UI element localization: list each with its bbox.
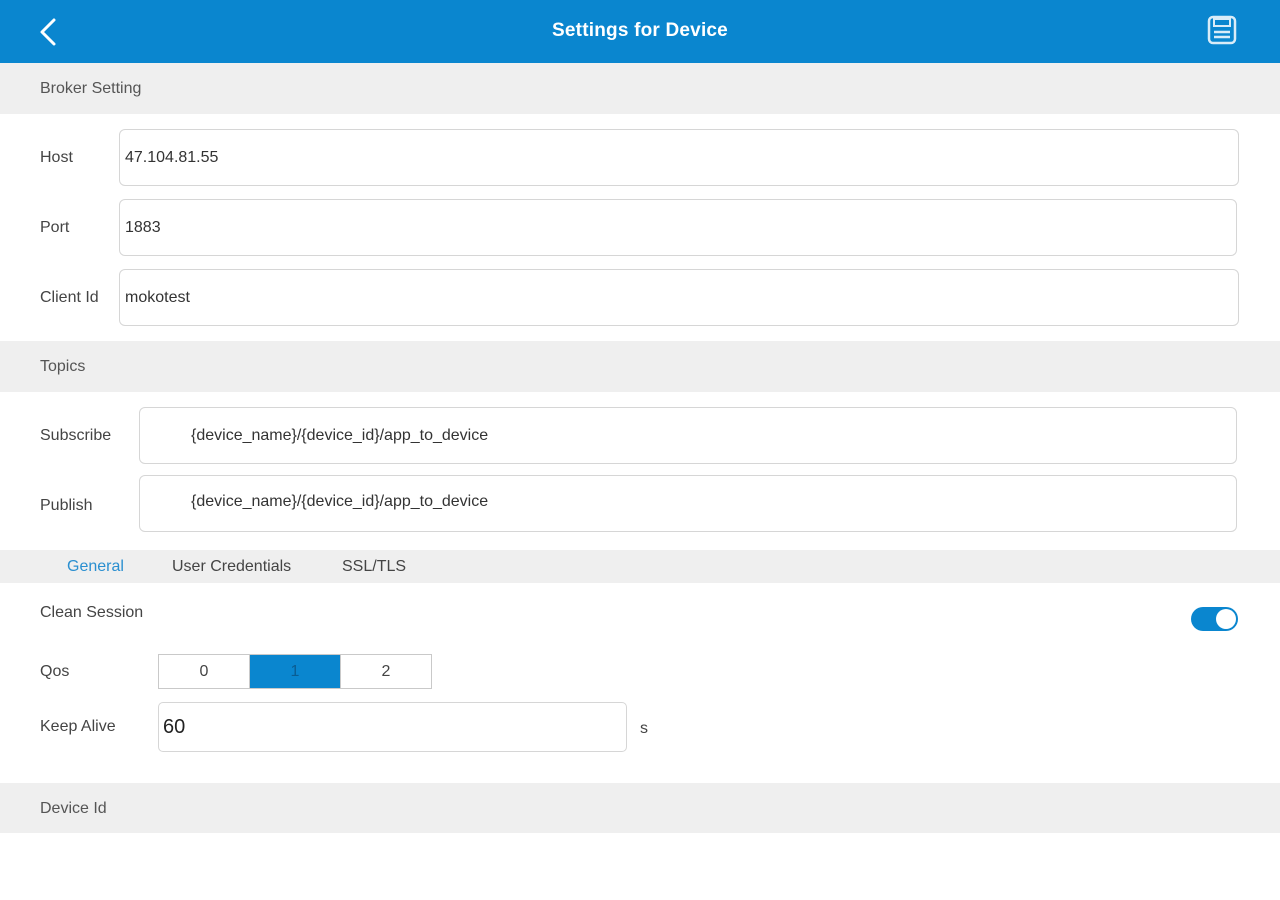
host-label: Host (40, 149, 73, 166)
port-label: Port (40, 219, 70, 236)
keep-alive-unit: s (640, 720, 648, 737)
top-app-bar: Settings for Device (0, 0, 1280, 63)
topics-title: Topics (40, 358, 86, 375)
publish-label: Publish (40, 497, 93, 514)
host-input[interactable]: 47.104.81.55 (119, 129, 1239, 186)
topics-header: Topics (0, 341, 1280, 392)
page-title: Settings for Device (552, 20, 728, 41)
port-input[interactable]: 1883 (119, 199, 1237, 256)
clean-session-label: Clean Session (40, 604, 144, 621)
settings-tabs: General User Credentials SSL/TLS (0, 550, 1280, 583)
client-id-label: Client Id (40, 289, 99, 306)
qos-segmented-control: 0 1 2 (158, 654, 432, 689)
qos-label: Qos (40, 663, 70, 680)
clean-session-toggle[interactable] (1191, 607, 1238, 631)
device-id-title: Device Id (40, 800, 107, 817)
keep-alive-label: Keep Alive (40, 718, 116, 735)
save-button[interactable] (1202, 10, 1242, 50)
toggle-knob (1216, 609, 1236, 629)
broker-setting-title: Broker Setting (40, 80, 142, 97)
client-id-input[interactable]: mokotest (119, 269, 1239, 326)
keep-alive-input[interactable]: 60 (158, 702, 627, 752)
broker-setting-header: Broker Setting (0, 63, 1280, 114)
qos-option-1[interactable]: 1 (250, 655, 341, 688)
subscribe-label: Subscribe (40, 427, 112, 444)
tab-user-credentials[interactable]: User Credentials (172, 558, 291, 576)
tab-ssl-tls[interactable]: SSL/TLS (342, 558, 406, 576)
subscribe-topic-input[interactable]: {device_name}/{device_id}/app_to_device (139, 407, 1237, 464)
publish-topic-input[interactable]: {device_name}/{device_id}/app_to_device (139, 475, 1237, 532)
tab-general[interactable]: General (67, 558, 124, 576)
qos-option-0[interactable]: 0 (159, 655, 250, 688)
save-icon (1207, 15, 1237, 45)
qos-option-2[interactable]: 2 (341, 655, 431, 688)
device-id-header: Device Id (0, 783, 1280, 833)
